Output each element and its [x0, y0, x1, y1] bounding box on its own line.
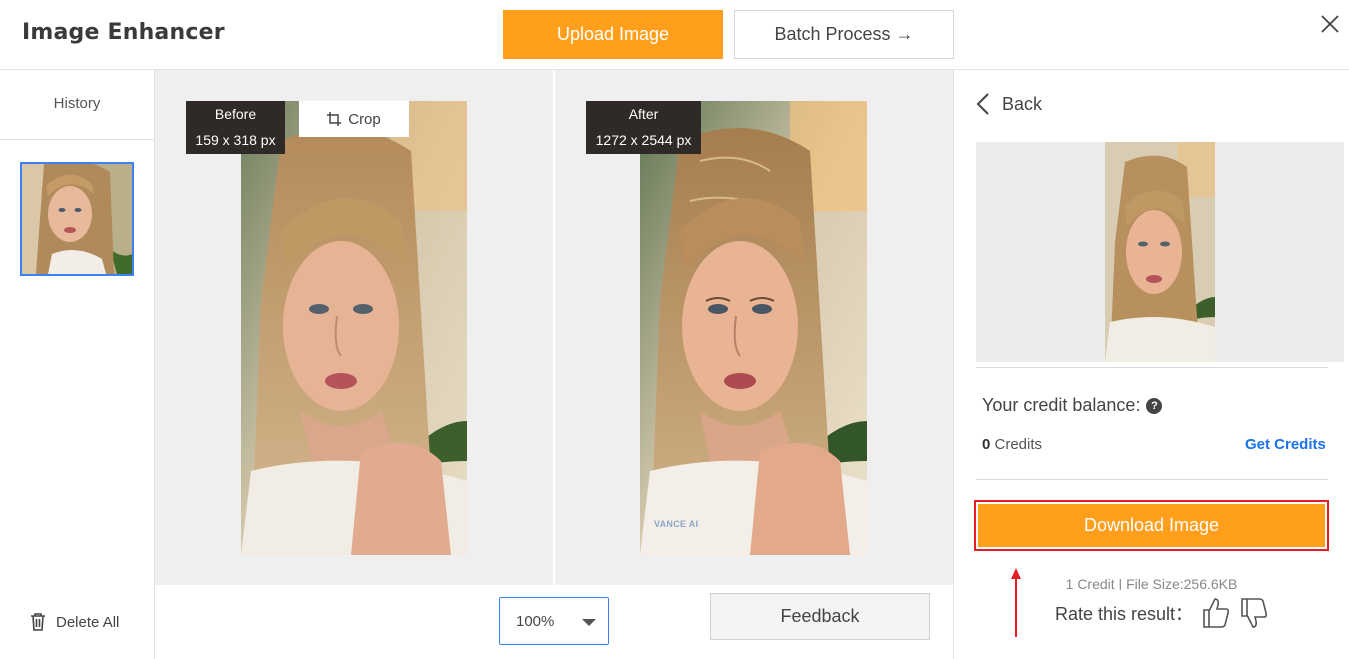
before-dimensions: 159 x 318 px — [195, 132, 276, 148]
result-preview — [976, 142, 1344, 362]
before-image[interactable] — [241, 101, 467, 555]
preview-portrait-image — [1105, 142, 1215, 362]
zoom-value: 100% — [516, 612, 555, 630]
vance-ai-watermark: VANCE AI — [654, 519, 699, 529]
history-item-thumbnail[interactable] — [20, 162, 134, 276]
header: Image Enhancer Upload Image Batch Proces… — [0, 0, 1349, 70]
delete-all-button[interactable]: Delete All — [30, 610, 119, 634]
crop-label: Crop — [348, 110, 381, 128]
credits-number: 0 — [982, 436, 991, 453]
back-label: Back — [1002, 93, 1043, 114]
download-image-button[interactable]: Download Image — [978, 504, 1325, 547]
rate-result: Rate this result： — [1055, 596, 1269, 630]
credits-unit: Credits — [994, 436, 1043, 453]
caret-down-icon — [582, 619, 596, 626]
before-portrait-image — [241, 101, 467, 555]
file-info: 1 Credit | File Size:256.6KB — [1065, 576, 1238, 590]
after-dimensions: 1272 x 2544 px — [595, 132, 692, 148]
crop-icon — [327, 112, 342, 126]
feedback-button[interactable]: Feedback — [710, 593, 930, 640]
app-window: Image Enhancer Upload Image Batch Proces… — [0, 0, 1349, 659]
question-icon[interactable]: ? — [1146, 397, 1163, 414]
chevron-left-icon — [976, 93, 989, 115]
batch-process-button[interactable]: Batch Process → — [734, 10, 954, 59]
history-title: History — [0, 70, 154, 140]
after-portrait-image — [640, 101, 867, 555]
get-credits-link[interactable]: Get Credits — [1245, 436, 1326, 453]
trash-icon — [31, 613, 45, 631]
bottom-toolbar: 100% Feedback — [155, 585, 953, 659]
thumbs-down-icon[interactable] — [1239, 596, 1269, 630]
back-button[interactable]: Back — [976, 92, 1042, 116]
delete-all-label: Delete All — [56, 613, 120, 631]
divider — [976, 479, 1328, 480]
before-size-tag: Before 159 x 318 px — [186, 101, 285, 154]
after-pane: VANCE AI After 1272 x 2544 px — [555, 70, 953, 585]
portrait-thumbnail — [22, 164, 132, 274]
before-pane: Before 159 x 318 px Crop — [155, 70, 553, 585]
credit-balance-label: Your credit balance: — [982, 395, 1141, 415]
credits-count: 0 Credits — [982, 436, 1042, 453]
app-title: Image Enhancer — [22, 20, 225, 45]
download-highlight: Download Image — [974, 500, 1329, 551]
crop-button[interactable]: Crop — [299, 101, 409, 137]
upload-image-button[interactable]: Upload Image — [503, 10, 723, 59]
history-sidebar: History Delete All — [0, 70, 155, 659]
before-label: Before — [214, 106, 257, 122]
divider — [976, 367, 1328, 368]
result-preview-image — [1105, 142, 1215, 362]
after-size-tag: After 1272 x 2544 px — [586, 101, 701, 154]
after-image[interactable]: VANCE AI — [640, 101, 867, 555]
close-icon[interactable] — [1318, 12, 1342, 36]
thumbs-up-icon[interactable] — [1201, 596, 1231, 630]
annotation-arrow-icon — [1011, 568, 1021, 637]
credit-balance-title: Your credit balance: ? — [982, 395, 1163, 416]
zoom-select[interactable]: 100% — [499, 597, 609, 645]
rate-label: Rate this result： — [1055, 604, 1194, 624]
after-label: After — [628, 106, 659, 122]
